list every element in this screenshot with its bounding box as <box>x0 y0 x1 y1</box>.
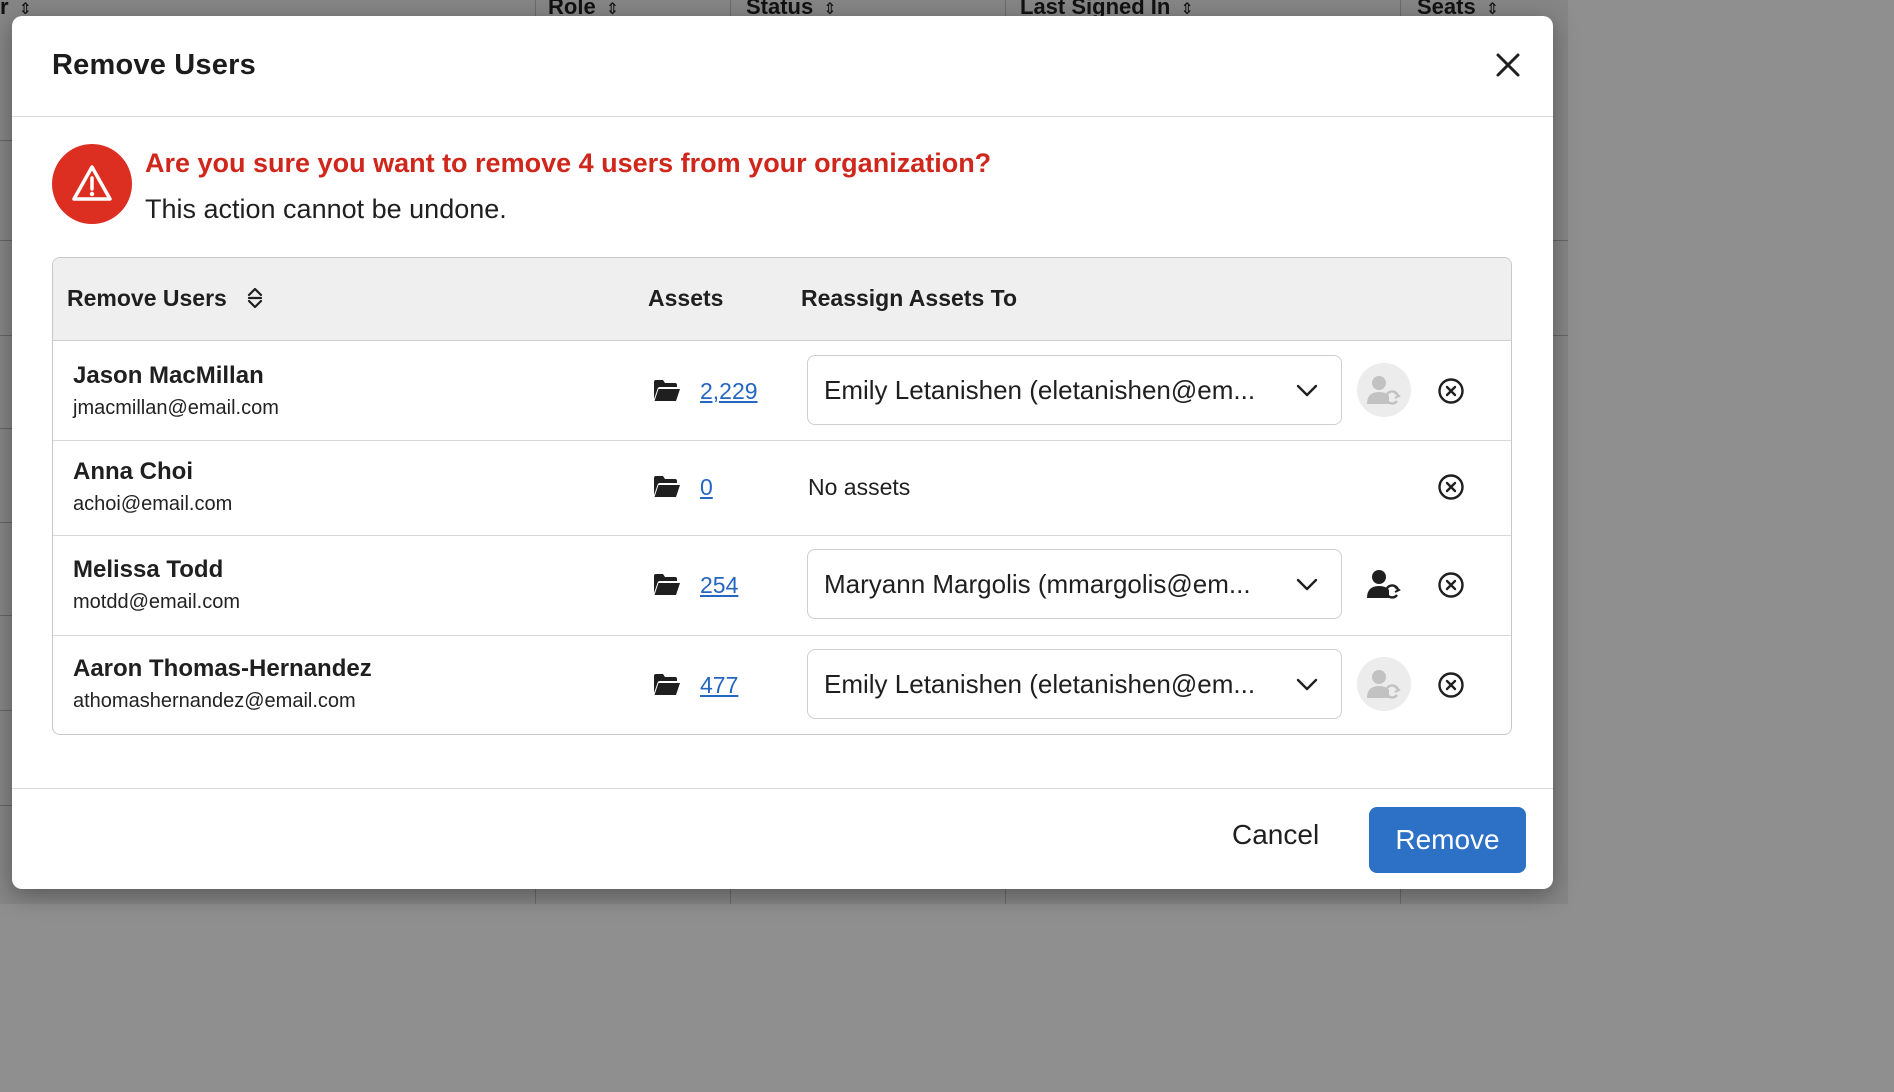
chevron-down-icon <box>1296 384 1318 397</box>
circle-x-icon[interactable] <box>1437 671 1465 699</box>
dialog-header: Remove Users <box>12 16 1553 117</box>
dialog-footer: Cancel Remove <box>12 788 1553 889</box>
user-name: Melissa Todd <box>73 556 224 583</box>
table-row: Anna Choi achoi@email.com 0 No assets <box>53 441 1511 536</box>
folder-open-icon <box>654 574 680 595</box>
dialog-title: Remove Users <box>52 49 256 81</box>
circle-x-icon[interactable] <box>1437 473 1465 501</box>
reassign-select-value: Maryann Margolis (mmargolis@em... <box>824 569 1251 599</box>
column-header-assets: Assets <box>648 285 724 311</box>
user-email: jmacmillan@email.com <box>73 397 279 419</box>
circle-x-icon[interactable] <box>1437 571 1465 599</box>
table-row: Melissa Todd motdd@email.com 254 Maryann… <box>53 536 1511 636</box>
user-reassign-icon[interactable] <box>1357 363 1411 417</box>
warning-triangle-icon <box>52 144 132 224</box>
user-name: Aaron Thomas-Hernandez <box>73 655 372 682</box>
no-assets-text: No assets <box>808 474 911 500</box>
user-email: motdd@email.com <box>73 591 241 613</box>
assets-count-link[interactable]: 477 <box>700 672 738 699</box>
user-name: Jason MacMillan <box>73 362 264 389</box>
warning-question: Are you sure you want to remove 4 users … <box>145 148 992 178</box>
user-reassign-icon[interactable] <box>1357 657 1411 711</box>
reassign-select-value: Emily Letanishen (eletanishen@em... <box>824 375 1256 405</box>
chevron-down-icon <box>1296 578 1318 591</box>
chevron-down-icon <box>1296 678 1318 691</box>
user-email: athomashernandez@email.com <box>73 690 356 712</box>
remove-button[interactable]: Remove <box>1369 807 1526 873</box>
user-name: Anna Choi <box>73 458 193 485</box>
remove-users-dialog: Remove Users Are you sure you want to re… <box>12 16 1553 889</box>
reassign-select[interactable]: Emily Letanishen (eletanishen@em... <box>807 355 1342 425</box>
folder-open-icon <box>654 476 680 497</box>
assets-count-link[interactable]: 0 <box>700 474 713 501</box>
warning-subtext: This action cannot be undone. <box>145 194 507 224</box>
reassign-select-value: Emily Letanishen (eletanishen@em... <box>824 669 1256 699</box>
remove-users-table: Remove Users Assets Reassign Assets To J… <box>52 257 1512 735</box>
sort-icon[interactable] <box>246 285 264 311</box>
reassign-select[interactable]: Maryann Margolis (mmargolis@em... <box>807 549 1342 619</box>
circle-x-icon[interactable] <box>1437 377 1465 405</box>
assets-count-link[interactable]: 2,229 <box>700 378 758 405</box>
folder-open-icon <box>654 380 680 401</box>
close-icon[interactable] <box>1493 50 1523 80</box>
folder-open-icon <box>654 674 680 695</box>
table-row: Jason MacMillan jmacmillan@email.com 2,2… <box>53 341 1511 441</box>
column-header-reassign: Reassign Assets To <box>801 285 1018 311</box>
reassign-select[interactable]: Emily Letanishen (eletanishen@em... <box>807 649 1342 719</box>
column-header-users: Remove Users <box>67 285 227 311</box>
assets-count-link[interactable]: 254 <box>700 572 738 599</box>
table-row: Aaron Thomas-Hernandez athomashernandez@… <box>53 636 1511 733</box>
cancel-button[interactable]: Cancel <box>1232 819 1319 851</box>
table-header: Remove Users Assets Reassign Assets To <box>53 258 1511 341</box>
user-reassign-icon[interactable] <box>1357 557 1411 611</box>
user-email: achoi@email.com <box>73 493 233 515</box>
